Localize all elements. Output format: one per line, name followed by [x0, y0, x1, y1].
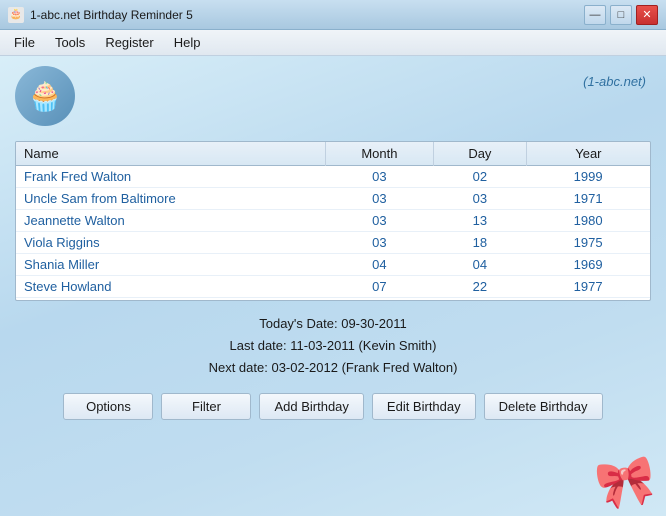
birthday-table: Name Month Day Year Frank Fred Walton 03… — [16, 142, 650, 300]
title-bar-left: 🎂 1-abc.net Birthday Reminder 5 — [8, 7, 193, 23]
menu-register[interactable]: Register — [95, 32, 163, 53]
table-row[interactable]: Jeannette Walton 03 13 1980 — [16, 210, 650, 232]
cell-day: 03 — [434, 188, 527, 210]
cell-name: Uncle Sam from Baltimore — [16, 188, 325, 210]
info-section: Today's Date: 09-30-2011 Last date: 11-0… — [15, 313, 651, 379]
cell-day: 13 — [434, 210, 527, 232]
cell-year: 1999 — [526, 166, 650, 188]
col-header-day: Day — [434, 142, 527, 166]
cell-day: 04 — [434, 254, 527, 276]
today-row: Today's Date: 09-30-2011 — [15, 313, 651, 335]
col-header-month: Month — [325, 142, 433, 166]
table-row[interactable]: Frank Fred Walton 03 02 1999 — [16, 166, 650, 188]
table-row[interactable]: Uncle Sam from Baltimore 03 03 1971 — [16, 188, 650, 210]
cell-month: 03 — [325, 232, 433, 254]
cell-month: 03 — [325, 188, 433, 210]
cell-day: 18 — [434, 232, 527, 254]
cell-year: 1977 — [526, 276, 650, 298]
last-label: Last date: — [230, 338, 287, 353]
options-button[interactable]: Options — [63, 393, 153, 420]
title-bar: 🎂 1-abc.net Birthday Reminder 5 — □ ✕ — [0, 0, 666, 30]
logo-icon: 🧁 — [15, 66, 75, 126]
table-header-row: Name Month Day Year — [16, 142, 650, 166]
cell-name: Viola Riggins — [16, 232, 325, 254]
cell-year: 1971 — [526, 188, 650, 210]
cell-name: Jason McDoyle — [16, 298, 325, 301]
cell-month: 08 — [325, 298, 433, 301]
table-row[interactable]: Viola Riggins 03 18 1975 — [16, 232, 650, 254]
button-row: Options Filter Add Birthday Edit Birthda… — [15, 393, 651, 420]
close-button[interactable]: ✕ — [636, 5, 658, 25]
add-birthday-button[interactable]: Add Birthday — [259, 393, 363, 420]
app-icon: 🎂 — [8, 7, 24, 23]
brand-text: (1-abc.net) — [583, 74, 646, 89]
cell-day: 22 — [434, 276, 527, 298]
logo-area: 🧁 — [15, 66, 75, 126]
menu-file[interactable]: File — [4, 32, 45, 53]
cell-year: 1969 — [526, 254, 650, 276]
col-header-year: Year — [526, 142, 650, 166]
next-date-row: Next date: 03-02-2012 (Frank Fred Walton… — [15, 357, 651, 379]
cell-day: 02 — [434, 166, 527, 188]
ribbon-decoration: 🎀 — [592, 449, 661, 516]
birthday-table-container: Name Month Day Year Frank Fred Walton 03… — [15, 141, 651, 301]
edit-birthday-button[interactable]: Edit Birthday — [372, 393, 476, 420]
menu-tools[interactable]: Tools — [45, 32, 95, 53]
cell-name: Jeannette Walton — [16, 210, 325, 232]
cell-month: 04 — [325, 254, 433, 276]
title-bar-controls: — □ ✕ — [584, 5, 658, 25]
cell-day: 13 — [434, 298, 527, 301]
filter-button[interactable]: Filter — [161, 393, 251, 420]
cell-month: 07 — [325, 276, 433, 298]
col-header-name: Name — [16, 142, 325, 166]
birthday-table-scroll[interactable]: Name Month Day Year Frank Fred Walton 03… — [16, 142, 650, 300]
today-label: Today's Date: — [259, 316, 337, 331]
cell-name: Steve Howland — [16, 276, 325, 298]
cupcake-icon: 🧁 — [28, 80, 63, 113]
menu-bar: File Tools Register Help — [0, 30, 666, 56]
delete-birthday-button[interactable]: Delete Birthday — [484, 393, 603, 420]
window-title: 1-abc.net Birthday Reminder 5 — [30, 8, 193, 22]
table-row[interactable]: Steve Howland 07 22 1977 — [16, 276, 650, 298]
cell-year: 1975 — [526, 232, 650, 254]
last-value: 11-03-2011 (Kevin Smith) — [290, 338, 436, 353]
cell-name: Shania Miller — [16, 254, 325, 276]
cell-month: 03 — [325, 166, 433, 188]
cell-month: 03 — [325, 210, 433, 232]
last-date-row: Last date: 11-03-2011 (Kevin Smith) — [15, 335, 651, 357]
menu-help[interactable]: Help — [164, 32, 211, 53]
table-row[interactable]: Shania Miller 04 04 1969 — [16, 254, 650, 276]
main-content: 🧁 (1-abc.net) Name Month Day Year Frank … — [0, 56, 666, 516]
maximize-button[interactable]: □ — [610, 5, 632, 25]
today-value: 09-30-2011 — [341, 316, 407, 331]
next-label: Next date: — [209, 360, 268, 375]
cell-year: 1980 — [526, 210, 650, 232]
minimize-button[interactable]: — — [584, 5, 606, 25]
cell-year: unknown — [526, 298, 650, 301]
ribbon-icon: 🎀 — [592, 452, 660, 515]
table-row[interactable]: Jason McDoyle 08 13 unknown — [16, 298, 650, 301]
next-value: 03-02-2012 (Frank Fred Walton) — [271, 360, 457, 375]
cell-name: Frank Fred Walton — [16, 166, 325, 188]
brand-label: (1-abc.net) — [583, 74, 646, 89]
